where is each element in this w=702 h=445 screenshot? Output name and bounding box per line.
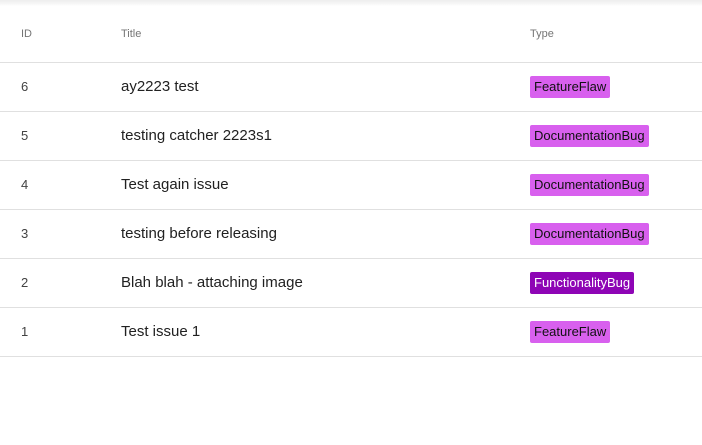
issue-id: 4 — [21, 177, 29, 192]
table-header: ID Title Type — [0, 14, 702, 63]
type-badge: FeatureFlaw — [530, 320, 611, 343]
issue-type-cell: DocumentationBug — [530, 161, 649, 209]
column-header-title[interactable]: Title — [121, 14, 141, 54]
type-badge: FunctionalityBug — [530, 271, 635, 294]
issue-type-cell: FunctionalityBug — [530, 259, 635, 307]
type-badge: DocumentationBug — [530, 222, 649, 245]
issues-table: ID Title Type 6 ay2223 test FeatureFlaw … — [0, 14, 702, 357]
table-row[interactable]: 4 Test again issue DocumentationBug — [0, 161, 702, 210]
issue-id: 2 — [21, 275, 29, 290]
issue-title[interactable]: testing before releasing — [121, 210, 277, 258]
table-row[interactable]: 6 ay2223 test FeatureFlaw — [0, 63, 702, 112]
issue-type-cell: DocumentationBug — [530, 210, 649, 258]
issue-id: 6 — [21, 79, 29, 94]
issue-type-cell: FeatureFlaw — [530, 63, 611, 111]
issue-type-cell: DocumentationBug — [530, 112, 649, 160]
table-row[interactable]: 2 Blah blah - attaching image Functional… — [0, 259, 702, 308]
table-row[interactable]: 1 Test issue 1 FeatureFlaw — [0, 308, 702, 357]
issue-title[interactable]: Test again issue — [121, 161, 229, 209]
issue-id: 5 — [21, 128, 29, 143]
table-row[interactable]: 5 testing catcher 2223s1 DocumentationBu… — [0, 112, 702, 161]
type-badge: DocumentationBug — [530, 124, 649, 147]
column-header-type[interactable]: Type — [530, 14, 554, 54]
top-shadow — [0, 0, 702, 6]
issue-type-cell: FeatureFlaw — [530, 308, 611, 356]
issue-title[interactable]: ay2223 test — [121, 63, 199, 111]
issue-title[interactable]: testing catcher 2223s1 — [121, 112, 272, 160]
issue-id: 1 — [21, 324, 29, 339]
issue-id: 3 — [21, 226, 29, 241]
type-badge: DocumentationBug — [530, 173, 649, 196]
type-badge: FeatureFlaw — [530, 75, 611, 98]
table-row[interactable]: 3 testing before releasing Documentation… — [0, 210, 702, 259]
column-header-id[interactable]: ID — [21, 14, 32, 54]
issue-title[interactable]: Blah blah - attaching image — [121, 259, 303, 307]
issue-title[interactable]: Test issue 1 — [121, 308, 200, 356]
